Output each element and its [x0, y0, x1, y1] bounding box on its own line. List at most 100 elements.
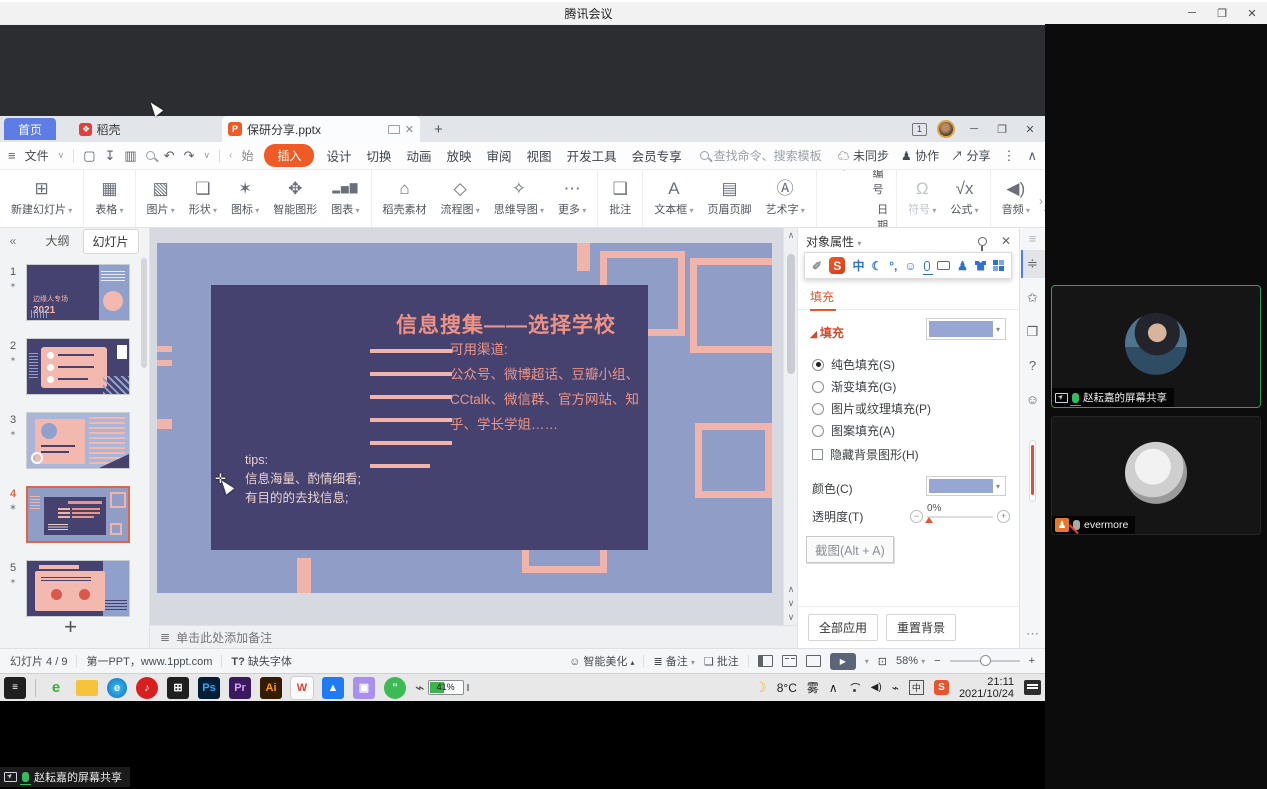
file-explorer-icon[interactable] — [76, 680, 98, 696]
zoom-in-icon[interactable]: + — [1029, 655, 1035, 667]
sogou-ime-bar[interactable]: ✐ S 中 ☾ °, ☺ ♟ — [804, 252, 1012, 279]
panel-scrollbar[interactable] — [1029, 440, 1036, 502]
meeting-close-icon[interactable]: ✕ — [1237, 7, 1267, 20]
premiere-icon[interactable]: Pr — [229, 677, 251, 699]
transparency-slider[interactable]: − 0% + — [910, 510, 1010, 523]
command-search[interactable]: 查找命令、搜索模板 — [700, 147, 822, 164]
menu-insert[interactable]: 插入 — [264, 144, 314, 167]
participant-tile-sharing[interactable]: 赵耘嘉的屏幕共享 — [1051, 285, 1261, 408]
slide-sorter-icon[interactable] — [782, 655, 797, 667]
file-dropdown-icon[interactable]: ∨ — [58, 150, 65, 161]
lanhu-icon[interactable]: ▲ — [322, 677, 344, 699]
chart-button[interactable]: ▂▅▇图表 ▾ — [324, 170, 366, 227]
missing-font-warning[interactable]: T? 缺失字体 — [231, 653, 292, 669]
slide-content-card[interactable]: 信息搜集——选择学校 可用渠道: 公众号、微博超话、豆瓣小组、 CCtalk、微… — [211, 285, 648, 550]
wps-taskbar-icon[interactable]: W — [291, 677, 313, 699]
export-icon[interactable]: ↧ — [105, 148, 116, 164]
reading-view-icon[interactable] — [806, 655, 821, 667]
more-menu-icon[interactable]: ⋮ — [1002, 148, 1015, 164]
slide-4-editing[interactable]: 信息搜集——选择学校 可用渠道: 公众号、微博超话、豆瓣小组、 CCtalk、微… — [157, 243, 772, 593]
fill-swatch-dropdown[interactable]: ▾ — [926, 318, 1006, 340]
ime-indicator[interactable]: 中 — [909, 680, 924, 695]
ime-punctuation-icon[interactable]: °, — [889, 259, 897, 273]
notification-center-icon[interactable] — [1024, 680, 1041, 695]
picture-button[interactable]: ▧图片 ▾ — [140, 170, 182, 227]
start-button[interactable]: ≡ — [4, 677, 26, 699]
slide-panel-scrollbar[interactable] — [141, 258, 147, 368]
shapes-button[interactable]: ❏形状 ▾ — [182, 170, 224, 227]
edge-icon[interactable]: e — [107, 678, 127, 698]
account-avatar[interactable] — [937, 120, 955, 138]
ime-skin-icon[interactable] — [975, 261, 987, 271]
zoom-knob[interactable] — [980, 655, 991, 666]
drag-handle-icon[interactable]: ≡ — [1020, 231, 1045, 246]
new-tab-button[interactable]: + — [434, 121, 443, 138]
menu-start-partial[interactable]: 始 — [241, 147, 255, 164]
sogou-tray-icon[interactable]: S — [934, 680, 949, 695]
ime-moon-icon[interactable]: ☾ — [871, 259, 882, 273]
zoom-level[interactable]: 58% ▾ — [896, 655, 925, 667]
ie-icon[interactable]: e — [45, 677, 67, 699]
docer-assets-button[interactable]: ⌂稻壳素材 — [376, 170, 434, 227]
zoom-out-icon[interactable]: − — [934, 655, 940, 667]
template-info[interactable]: 第一PPT，www.1ppt.com — [86, 653, 212, 669]
wifi-icon[interactable] — [848, 683, 861, 693]
slide-title[interactable]: 信息搜集——选择学校 — [396, 309, 616, 339]
comment-button[interactable]: ❑批注 — [602, 170, 638, 227]
slider-marker[interactable] — [925, 517, 933, 523]
next-slide-icon[interactable]: ∨ — [784, 598, 798, 609]
object-button[interactable]: ⊕对象 — [825, 170, 850, 197]
solid-fill-radio[interactable]: 纯色填充(S) — [812, 356, 895, 373]
mindmap-button[interactable]: ✧思维导图 ▾ — [487, 170, 551, 227]
save-icon[interactable]: ▢ — [83, 148, 95, 164]
panel-collapse-icon[interactable]: « — [0, 234, 26, 248]
hamburger-icon[interactable]: ≡ — [8, 148, 16, 163]
tab-home[interactable]: 首页 — [4, 118, 56, 140]
sogou-logo-icon[interactable]: S — [829, 257, 845, 274]
color-swatch-dropdown[interactable]: ▾ — [926, 476, 1006, 496]
decrease-icon[interactable]: − — [910, 510, 923, 523]
slide-canvas[interactable]: 信息搜集——选择学校 可用渠道: 公众号、微博超话、豆瓣小组、 CCtalk、微… — [150, 228, 783, 625]
menu-animation[interactable]: 动画 — [404, 146, 435, 165]
more-quick-icon[interactable]: ∨ — [204, 150, 211, 161]
ime-mic-icon[interactable] — [924, 261, 930, 271]
netease-music-icon[interactable]: ♪ — [136, 677, 158, 699]
notes-bar[interactable]: ≣ 单击此处添加备注 — [150, 625, 797, 648]
wps-close-icon[interactable]: ✕ — [1021, 123, 1039, 136]
prev-slide-icon[interactable]: ∧ — [784, 584, 798, 595]
new-slide-button[interactable]: ⊞新建幻灯片 ▾ — [4, 170, 79, 227]
find-icon[interactable] — [146, 151, 155, 160]
gallery-icon[interactable]: ▣ — [353, 677, 375, 699]
apply-all-button[interactable]: 全部应用 — [808, 614, 878, 641]
help-icon[interactable]: ? — [1020, 358, 1045, 373]
tab-scroll-left-icon[interactable]: ‹ — [229, 150, 232, 161]
weather-icon[interactable]: ☽ — [754, 679, 767, 696]
tab-docer[interactable]: ❖ 稻壳 — [56, 118, 144, 140]
datetime-button[interactable]: ▣日期和时间 — [862, 201, 888, 229]
play-options-icon[interactable]: ▾ — [865, 657, 869, 666]
meeting-minimize-icon[interactable]: ─ — [1177, 7, 1207, 19]
scroll-up-icon[interactable]: ∧ — [784, 230, 798, 241]
slider-track[interactable]: 0% — [927, 516, 993, 518]
slide-tips-text[interactable]: tips: 信息海量、酌情细看; 有目的的去找信息; — [245, 451, 361, 508]
table-button[interactable]: ▦表格 ▾ — [88, 170, 130, 227]
flowchart-button[interactable]: ◇流程图 ▾ — [434, 170, 487, 227]
attachment-button[interactable]: ✎附件 — [825, 201, 850, 229]
slide-body-text[interactable]: 可用渠道: 公众号、微博超话、豆瓣小组、 CCtalk、微信群、官方网站、知 乎… — [450, 337, 639, 437]
scrollbar-thumb[interactable] — [787, 254, 795, 374]
tab-outline[interactable]: 大纲 — [36, 229, 78, 254]
layers-icon[interactable]: ❐ — [1020, 324, 1045, 340]
feedback-icon[interactable]: ☺ — [1020, 392, 1045, 407]
menu-file[interactable]: 文件 — [25, 147, 49, 164]
slide-number-button[interactable]: #幻灯片编号 — [862, 170, 888, 197]
more-assets-button[interactable]: ⋯更多 ▾ — [551, 170, 593, 227]
slide-thumb-5[interactable]: 5✶ — [0, 560, 130, 617]
slide-thumb-3[interactable]: 3✶ — [0, 412, 130, 469]
icons-button[interactable]: ✶图标 ▾ — [224, 170, 266, 227]
hide-background-checkbox[interactable]: 隐藏背景图形(H) — [812, 446, 919, 463]
menu-member[interactable]: 会员专享 — [629, 146, 685, 165]
pattern-fill-radio[interactable]: 图案填充(A) — [812, 422, 895, 439]
weather-desc[interactable]: 雾 — [807, 679, 819, 696]
fill-tab[interactable]: 填充 — [810, 288, 834, 305]
reset-background-button[interactable]: 重置背景 — [886, 614, 956, 641]
